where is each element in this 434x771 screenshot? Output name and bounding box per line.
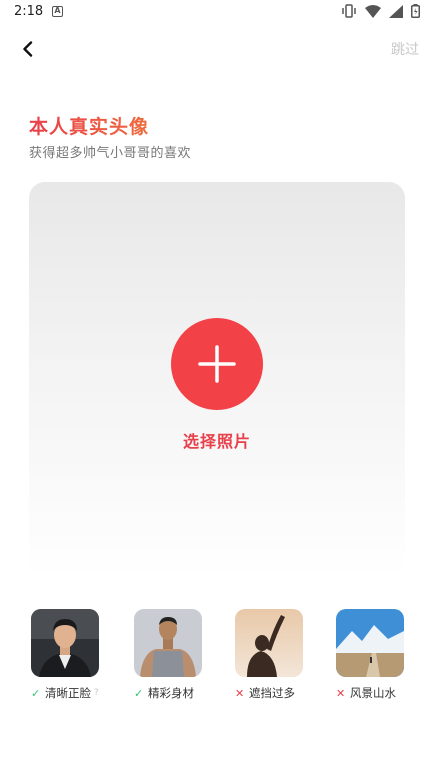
cross-icon: ✕ [336, 686, 346, 700]
status-time: 2:18 [14, 4, 44, 19]
page-title: 本人真实头像 [29, 112, 149, 139]
example-thumbnail-scenery [336, 609, 404, 677]
notification-a-icon: A [52, 6, 63, 17]
battery-icon [411, 4, 420, 18]
example-thumbnail-too-covered [235, 609, 303, 677]
example-caption: ✓ 清晰正脸 ? [31, 685, 103, 701]
plus-icon [198, 345, 236, 383]
example-caption-text: 精彩身材 [148, 686, 194, 700]
example-thumbnail-good-figure [134, 609, 202, 677]
status-bar: 2:18 A [0, 0, 434, 26]
page-subtitle: 获得超多帅气小哥哥的喜欢 [29, 146, 192, 161]
example-too-covered: ✕ 遮挡过多 [235, 609, 307, 701]
example-caption-text: 清晰正脸 [45, 686, 91, 700]
example-caption: ✕ 风景山水 [336, 685, 408, 701]
status-icons [341, 4, 420, 18]
example-caption-text: 遮挡过多 [249, 686, 295, 700]
example-good-figure: ✓ 精彩身材 [134, 609, 206, 701]
example-caption-text: 风景山水 [350, 686, 396, 700]
select-photo-label[interactable]: 选择照片 [29, 428, 405, 452]
example-caption: ✓ 精彩身材 [134, 685, 206, 701]
cross-icon: ✕ [235, 686, 245, 700]
example-caption-extra: ? [94, 688, 99, 698]
photo-upload-area[interactable]: 选择照片 [29, 182, 405, 580]
example-clear-face: ✓ 清晰正脸 ? [31, 609, 103, 701]
back-button[interactable] [14, 36, 42, 62]
skip-button[interactable]: 跳过 [391, 39, 419, 59]
example-thumbnail-clear-face [31, 609, 99, 677]
signal-icon [389, 4, 403, 18]
add-photo-button[interactable] [171, 318, 263, 410]
chevron-left-icon [23, 41, 33, 57]
check-icon: ✓ [134, 686, 144, 700]
check-icon: ✓ [31, 686, 41, 700]
vibrate-icon [342, 4, 356, 18]
example-scenery: ✕ 风景山水 [336, 609, 408, 701]
wifi-icon [365, 4, 381, 18]
example-caption: ✕ 遮挡过多 [235, 685, 307, 701]
